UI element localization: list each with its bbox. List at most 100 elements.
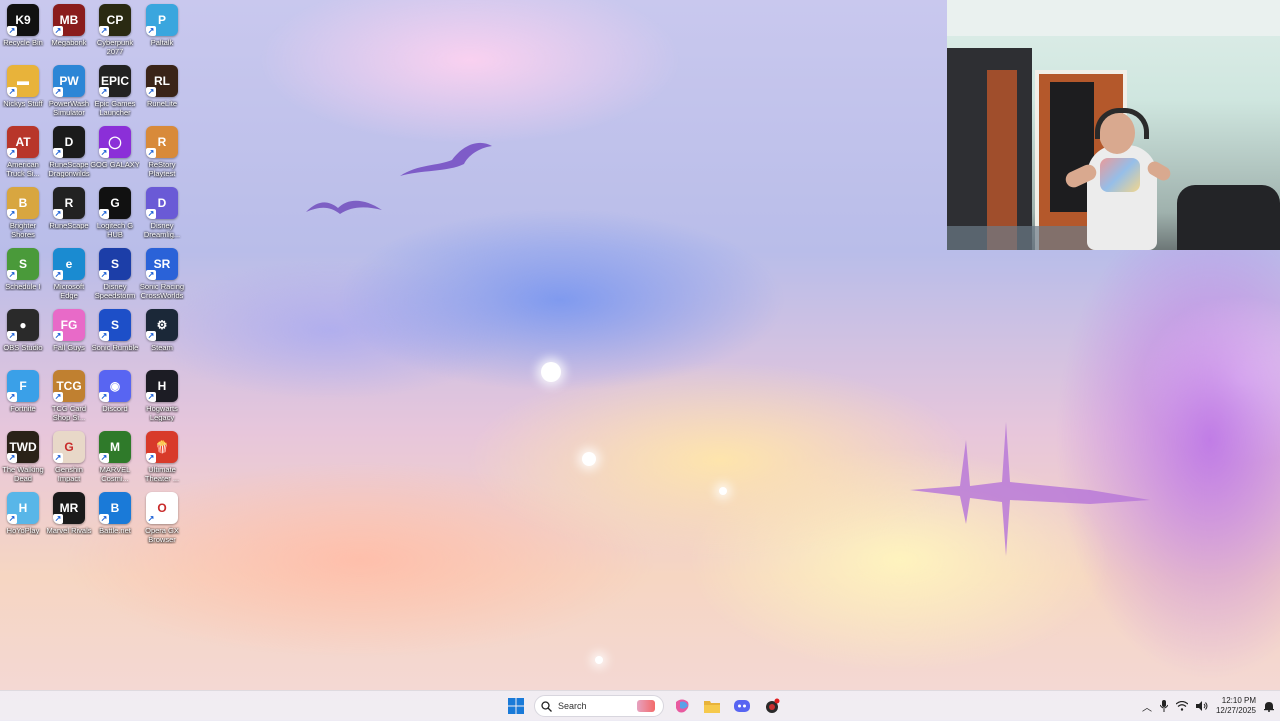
- desktop-icon-label: GOG GALAXY: [90, 160, 140, 169]
- desktop-icon[interactable]: ◉ ↗ Discord: [92, 370, 138, 430]
- desktop-icon[interactable]: B ↗ Brighter Shores: [0, 187, 46, 247]
- shortcut-arrow-icon: ↗: [146, 148, 156, 158]
- desktop-icon[interactable]: ⚙ ↗ Steam: [139, 309, 185, 369]
- speaker-icon[interactable]: [1195, 701, 1208, 711]
- restory-icon: R ↗: [146, 126, 178, 158]
- desktop-icon-label: Hogwarts Legacy: [146, 404, 178, 422]
- desktop-icon[interactable]: AT ↗ American Truck Si...: [0, 126, 46, 186]
- bird-silhouette-small: [306, 200, 382, 214]
- webcam-chair: [947, 226, 1097, 250]
- desktop-icon[interactable]: D ↗ Disney Dreamlig...: [139, 187, 185, 247]
- desktop-icon-label: Fortnite: [10, 404, 36, 413]
- shortcut-arrow-icon: ↗: [7, 331, 17, 341]
- desktop-icon[interactable]: TCG ↗ TCG Card Shop Si...: [46, 370, 92, 430]
- desktop-icon[interactable]: G ↗ Logitech G HUB: [92, 187, 138, 247]
- shortcut-arrow-icon: ↗: [53, 87, 63, 97]
- shortcut-arrow-icon: ↗: [146, 514, 156, 524]
- desktop-icon[interactable]: H ↗ HoYoPlay: [0, 492, 46, 552]
- shortcut-arrow-icon: ↗: [53, 392, 63, 402]
- desktop-icon-label: Marvel Rivals: [46, 526, 92, 535]
- shortcut-arrow-icon: ↗: [146, 270, 156, 280]
- desktop-icon-label: ReStory Playtest: [148, 160, 176, 178]
- windows-start-button[interactable]: [504, 694, 528, 718]
- chevron-up-icon[interactable]: ︿: [1142, 699, 1152, 714]
- desktop-icon[interactable]: CP ↗ Cyberpunk 2077: [92, 4, 138, 64]
- copilot-icon: [676, 699, 689, 713]
- desktop-icon-label: Epic Games Launcher: [94, 99, 136, 117]
- desktop-icon-label: Discord: [102, 404, 128, 413]
- desktop-icon[interactable]: MB ↗ Megabonk: [46, 4, 92, 64]
- speedstorm-icon: S ↗: [99, 248, 131, 280]
- cyberpunk-icon: CP ↗: [99, 4, 131, 36]
- windows-logo-icon: [508, 698, 524, 714]
- taskbar-clock[interactable]: 12:10 PM 12/27/2025: [1216, 696, 1256, 716]
- desktop-icon-label: Disney Speedstorm: [94, 282, 136, 300]
- shortcut-arrow-icon: ↗: [99, 209, 109, 219]
- shortcut-arrow-icon: ↗: [99, 26, 109, 36]
- taskbar-red-app[interactable]: [760, 694, 784, 718]
- notification-bell-icon[interactable]: [1264, 701, 1274, 712]
- desktop-icon[interactable]: TWD ↗ The Walking Dead: [0, 431, 46, 491]
- gog-icon: ◯ ↗: [99, 126, 131, 158]
- taskbar-discord[interactable]: [730, 694, 754, 718]
- desktop-icon-label: Sonic Racing CrossWorlds: [139, 282, 185, 300]
- desktop-icon[interactable]: S ↗ Sonic Rumble: [92, 309, 138, 369]
- desktop-icon[interactable]: RL ↗ RuneLite: [139, 65, 185, 125]
- desktop-icon[interactable]: S ↗ Disney Speedstorm: [92, 248, 138, 308]
- shortcut-arrow-icon: ↗: [53, 270, 63, 280]
- desktop-icon[interactable]: R ↗ RuneScape: [46, 187, 92, 247]
- desktop-icon[interactable]: ● ↗ OBS Studio: [0, 309, 46, 369]
- desktop-icon[interactable]: D ↗ RuneScape Dragonwilds: [46, 126, 92, 186]
- desktop-icon[interactable]: EPIC ↗ Epic Games Launcher: [92, 65, 138, 125]
- desktop-icon[interactable]: P ↗ Paltalk: [139, 4, 185, 64]
- webcam-shirt-graphic: [1100, 158, 1140, 192]
- shortcut-arrow-icon: ↗: [53, 148, 63, 158]
- desktop-icon[interactable]: FG ↗ Fall Guys: [46, 309, 92, 369]
- desktop-icon[interactable]: O ↗ Opera GX Browser: [139, 492, 185, 552]
- search-icon: [541, 700, 552, 712]
- sonic-rumble-icon: S ↗: [99, 309, 131, 341]
- desktop-icon-label: Steam: [151, 343, 173, 352]
- desktop-icon[interactable]: e ↗ Microsoft Edge: [46, 248, 92, 308]
- fall-guys-icon: FG ↗: [53, 309, 85, 341]
- desktop-icon[interactable]: S ↗ Schedule I: [0, 248, 46, 308]
- desktop-icon[interactable]: M ↗ MARVEL Cosmi...: [92, 431, 138, 491]
- microphone-icon[interactable]: [1159, 700, 1168, 712]
- shortcut-arrow-icon: ↗: [146, 392, 156, 402]
- taskbar-search-box[interactable]: Search: [534, 695, 664, 717]
- taskbar-file-explorer[interactable]: [700, 694, 724, 718]
- clock-time: 12:10 PM: [1221, 696, 1256, 705]
- shortcut-arrow-icon: ↗: [146, 453, 156, 463]
- glow-orb: [541, 362, 561, 382]
- desktop-icon-label: Opera GX Browser: [145, 526, 179, 544]
- shortcut-arrow-icon: ↗: [7, 26, 17, 36]
- shortcut-arrow-icon: ↗: [53, 209, 63, 219]
- desktop-icon[interactable]: SR ↗ Sonic Racing CrossWorlds: [139, 248, 185, 308]
- desktop-icon-label: Recycle Bin: [3, 38, 43, 47]
- desktop-icon[interactable]: 🍿 ↗ Ultimate Theater ...: [139, 431, 185, 491]
- desktop-icon[interactable]: H ↗ Hogwarts Legacy: [139, 370, 185, 430]
- shortcut-arrow-icon: ↗: [99, 87, 109, 97]
- shortcut-arrow-icon: ↗: [99, 331, 109, 341]
- desktop-icon[interactable]: MR ↗ Marvel Rivals: [46, 492, 92, 552]
- desktop-icon[interactable]: PW ↗ PowerWash Simulator: [46, 65, 92, 125]
- hoyoplay-icon: H ↗: [7, 492, 39, 524]
- shortcut-arrow-icon: ↗: [146, 209, 156, 219]
- desktop-icon[interactable]: ▬ ↗ Nickys Stuff: [0, 65, 46, 125]
- desktop-icon[interactable]: B ↗ Battle.net: [92, 492, 138, 552]
- edge-icon: e ↗: [53, 248, 85, 280]
- desktop-icon[interactable]: F ↗ Fortnite: [0, 370, 46, 430]
- wifi-icon[interactable]: [1175, 701, 1188, 711]
- desktop-icon-label: American Truck Si...: [6, 160, 40, 178]
- desktop-icon[interactable]: G ↗ Genshin Impact: [46, 431, 92, 491]
- desktop-icon[interactable]: ◯ ↗ GOG GALAXY: [90, 126, 140, 186]
- app-badge-icon: [766, 698, 780, 713]
- shortcut-arrow-icon: ↗: [7, 514, 17, 524]
- desktop-icon[interactable]: K9 ↗ Recycle Bin: [0, 4, 46, 64]
- desktop-icon[interactable]: R ↗ ReStory Playtest: [139, 126, 185, 186]
- battlenet-icon: B ↗: [99, 492, 131, 524]
- genshin-icon: G ↗: [53, 431, 85, 463]
- taskbar-copilot[interactable]: [670, 694, 694, 718]
- desktop-icon-label: Cyberpunk 2077: [96, 38, 134, 56]
- folder-icon: ▬ ↗: [7, 65, 39, 97]
